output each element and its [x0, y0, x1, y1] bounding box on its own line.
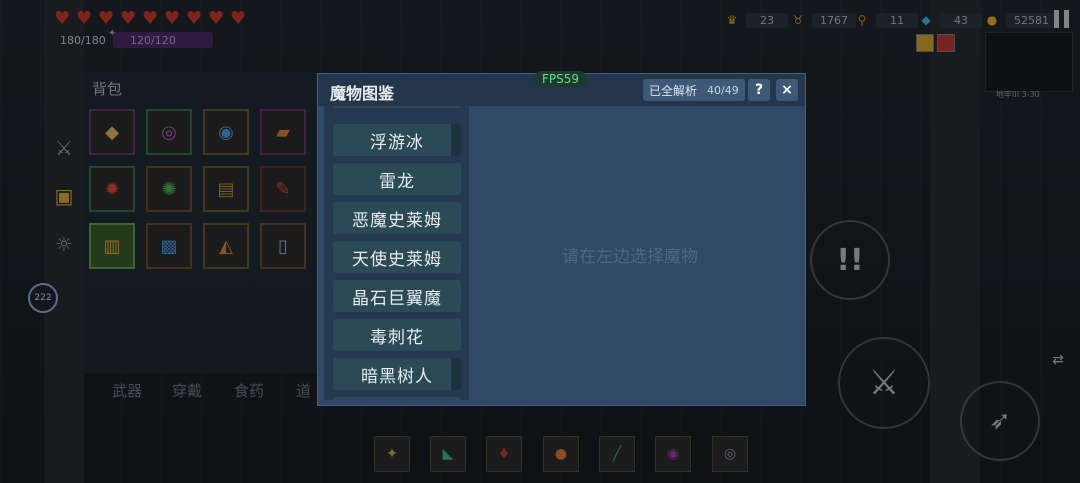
dialog-title: 魔物图鉴 — [330, 84, 395, 103]
scrollbar[interactable] — [451, 358, 461, 390]
scrollbar[interactable] — [451, 124, 461, 156]
monster-list-item[interactable]: 雷龙 — [333, 163, 461, 195]
monster-list-item[interactable]: 毒刺花 — [333, 319, 461, 351]
monster-list-item[interactable]: 浮游冰 — [333, 124, 461, 156]
analysis-status: 已全解析 40/49 — [643, 79, 745, 101]
monster-list-item[interactable]: 暗黑树人 — [333, 358, 461, 390]
monster-list-item[interactable]: 恶魔史莱姆 — [333, 202, 461, 234]
monster-name: 毒刺花 — [370, 327, 424, 348]
fps-counter: FPS59 — [534, 71, 588, 87]
monster-name: 天使史莱姆 — [352, 249, 442, 270]
monster-name: 雷龙 — [379, 171, 415, 192]
help-button[interactable]: ? — [748, 79, 770, 101]
monster-list-item[interactable]: 晶石巨翼魔 — [333, 280, 461, 312]
monster-name: 浮游冰 — [370, 132, 424, 153]
list-item[interactable] — [333, 106, 461, 108]
close-button[interactable]: × — [776, 79, 798, 101]
analysis-label: 已全解析 — [649, 83, 698, 98]
monster-name: 暗黑树人 — [361, 366, 433, 387]
monster-name: 晶石巨翼魔 — [352, 288, 442, 309]
monster-list[interactable]: 浮游冰 雷龙 恶魔史莱姆 天使史莱姆 晶石巨翼魔 毒刺花 暗黑树人 — [324, 106, 469, 400]
select-monster-hint: 请在左边选择魔物 — [562, 247, 698, 267]
analysis-count: 40/49 — [707, 83, 739, 97]
monster-list-item[interactable]: 天使史莱姆 — [333, 241, 461, 273]
monster-encyclopedia-dialog: 魔物图鉴 已全解析 40/49 ? × 浮游冰 雷龙 恶魔史莱姆 天使史莱姆 晶… — [317, 73, 806, 406]
monster-name: 恶魔史莱姆 — [352, 210, 442, 231]
list-item[interactable] — [333, 397, 461, 400]
